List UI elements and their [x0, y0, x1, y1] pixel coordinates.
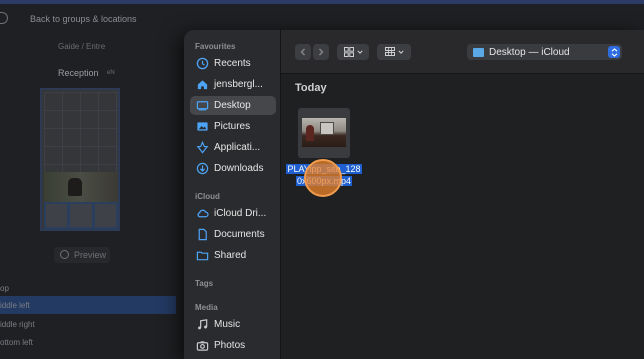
list-item[interactable]: iddle right	[0, 320, 35, 329]
click-highlight-cursor	[304, 159, 342, 197]
sidebar-item-pictures[interactable]: Pictures	[190, 117, 276, 136]
sidebar-item-music[interactable]: Music	[190, 315, 276, 334]
photo-icon	[196, 120, 209, 133]
icloud-heading: iCloud	[195, 192, 220, 201]
sidebar-item-label: Pictures	[214, 121, 251, 132]
layout-preview	[40, 88, 120, 231]
sidebar-item-desktop[interactable]: Desktop	[190, 96, 276, 115]
preview-photo	[44, 172, 118, 202]
preview-button[interactable]: Preview	[54, 247, 110, 263]
folder-icon	[473, 47, 484, 57]
sidebar-item-label: Applicati...	[214, 142, 261, 153]
media-heading: Media	[195, 303, 218, 312]
preview-tiles	[44, 202, 118, 229]
preview-button-label: Preview	[74, 250, 107, 260]
sidebar-item-label: Photos	[214, 340, 246, 351]
tags-heading: Tags	[195, 279, 214, 288]
finder-sidebar: Favourites Recents jensbergl... Desktop …	[184, 30, 281, 359]
back-chevron-icon[interactable]	[0, 12, 8, 24]
file-browser: Desktop — iCloud Today PLAYipp_site_128 …	[281, 30, 644, 359]
sidebar-item-icloud-drive[interactable]: iCloud Dri...	[190, 204, 276, 223]
camera-icon	[196, 339, 209, 352]
sidebar-item-recents[interactable]: Recents	[190, 54, 276, 73]
group-header: Today	[295, 82, 327, 94]
home-icon	[196, 78, 209, 91]
list-item[interactable]: ottom left	[0, 338, 33, 347]
sidebar-item-home[interactable]: jensbergl...	[190, 75, 276, 94]
view-mode-button[interactable]	[337, 44, 369, 60]
shared-folder-icon	[196, 249, 209, 262]
section-title: Reception	[58, 68, 99, 78]
download-icon	[196, 162, 209, 175]
music-note-icon	[196, 318, 209, 331]
sidebar-item-label: iCloud Dri...	[214, 208, 267, 219]
sidebar-item-label: Recents	[214, 58, 251, 69]
dog-image	[68, 178, 82, 196]
group-grid-icon	[384, 47, 395, 56]
location-popup[interactable]: Desktop — iCloud	[467, 44, 622, 60]
bg-tabs-text: Gaide / Entre	[58, 42, 106, 51]
sidebar-item-shared[interactable]: Shared	[190, 246, 276, 265]
group-by-button[interactable]	[377, 44, 411, 60]
forward-button[interactable]	[313, 44, 329, 60]
up-down-chevron-icon	[608, 46, 620, 58]
file-picker-dialog: Favourites Recents jensbergl... Desktop …	[184, 30, 644, 359]
back-link[interactable]: Back to groups & locations	[30, 14, 137, 24]
sidebar-item-documents[interactable]: Documents	[190, 225, 276, 244]
preview-grid	[44, 92, 118, 172]
cloud-icon	[196, 207, 209, 220]
favourites-heading: Favourites	[195, 42, 236, 51]
sidebar-item-label: Desktop	[214, 100, 251, 111]
document-icon	[196, 228, 209, 241]
chevron-down-icon	[397, 50, 404, 54]
grid-view-icon	[343, 47, 354, 57]
sidebar-item-label: Downloads	[214, 163, 264, 174]
sidebar-item-label: Music	[214, 319, 241, 330]
applications-icon	[196, 141, 209, 154]
video-file-thumbnail[interactable]	[298, 108, 350, 158]
chevron-left-icon	[300, 48, 305, 56]
section-badge: eN	[107, 70, 115, 76]
clock-icon	[196, 57, 209, 70]
sidebar-item-label: Shared	[214, 250, 247, 261]
video-preview-image	[302, 118, 346, 147]
list-item[interactable]: op	[0, 284, 9, 293]
desktop-icon	[196, 99, 209, 112]
sidebar-item-applications[interactable]: Applicati...	[190, 138, 276, 157]
sidebar-item-label: Documents	[214, 229, 265, 240]
chevron-right-icon	[319, 48, 324, 56]
top-accent-line	[0, 0, 644, 4]
chevron-down-icon	[356, 50, 363, 54]
sidebar-item-photos[interactable]: Photos	[190, 336, 276, 355]
back-button[interactable]	[295, 44, 311, 60]
sidebar-item-label: jensbergl...	[214, 79, 263, 90]
preview-icon	[60, 250, 69, 259]
sidebar-item-downloads[interactable]: Downloads	[190, 159, 276, 178]
list-item[interactable]: iddle left	[0, 301, 30, 310]
finder-toolbar: Desktop — iCloud	[281, 30, 644, 74]
location-label: Desktop — iCloud	[489, 46, 570, 58]
